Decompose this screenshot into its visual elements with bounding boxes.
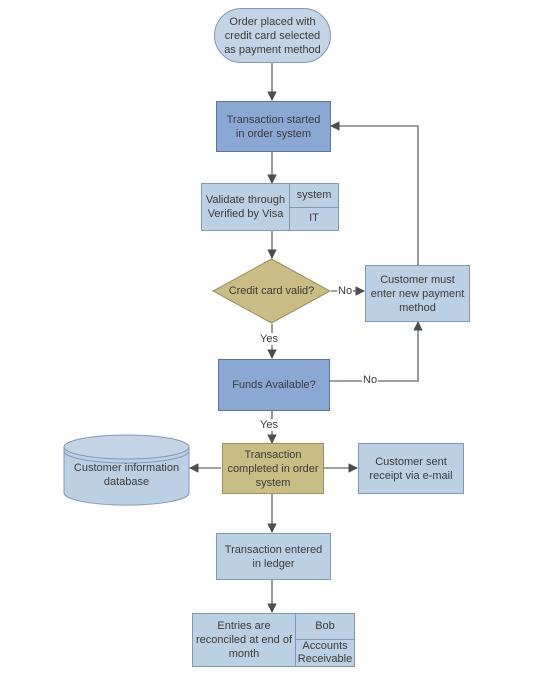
edge-label-credit-valid-yes: Yes: [259, 333, 279, 345]
node-entries-reconciled[interactable]: Entries are reconciled at end of month B…: [192, 613, 355, 667]
edge-funds-no-to-newpayment: [330, 321, 423, 382]
node-customer-sent-receipt-label: Customer sent receipt via e-mail: [369, 455, 453, 482]
node-customer-information-database[interactable]: Customer information database: [63, 434, 190, 506]
node-transaction-started[interactable]: Transaction started in order system: [216, 101, 331, 152]
node-validate-side-system: system: [290, 184, 338, 208]
node-transaction-completed-label: Transaction completed in order system: [227, 448, 319, 489]
node-validate-side-it: IT: [309, 212, 319, 225]
node-funds-available-label: Funds Available?: [232, 379, 316, 391]
edge-label-credit-valid-no: No: [337, 285, 354, 297]
node-transaction-started-label: Transaction started in order system: [226, 113, 321, 140]
node-customer-information-database-label: Customer information database: [73, 462, 180, 488]
node-customer-new-payment-label: Customer must enter new payment method: [370, 273, 465, 314]
node-credit-card-valid-label: Credit card valid?: [228, 285, 315, 297]
edge-label-funds-no: No: [362, 374, 379, 386]
node-transaction-entered-ledger[interactable]: Transaction entered in ledger: [216, 533, 331, 580]
node-transaction-completed[interactable]: Transaction completed in order system: [222, 443, 324, 494]
node-entries-reconciled-side-accounts-receivable: Accounts Receivable: [297, 640, 353, 665]
node-entries-reconciled-side-bob: Bob: [296, 614, 354, 640]
node-funds-available[interactable]: Funds Available?: [218, 359, 330, 411]
node-entries-reconciled-side: Bob Accounts Receivable: [296, 614, 354, 666]
node-customer-new-payment[interactable]: Customer must enter new payment method: [365, 265, 470, 322]
node-order-placed-label: Order placed with credit card selected a…: [224, 15, 321, 56]
flowchart-canvas: Order placed with credit card selected a…: [0, 0, 550, 675]
node-entries-reconciled-main-label: Entries are reconciled at end of month: [193, 614, 296, 666]
node-customer-sent-receipt[interactable]: Customer sent receipt via e-mail: [358, 443, 464, 494]
node-transaction-entered-ledger-label: Transaction entered in ledger: [224, 543, 323, 570]
node-order-placed[interactable]: Order placed with credit card selected a…: [214, 8, 331, 63]
node-credit-card-valid[interactable]: Credit card valid?: [212, 258, 331, 324]
node-validate-verified-by-visa[interactable]: Validate through Verified by Visa system…: [201, 183, 339, 231]
edge-label-funds-yes: Yes: [259, 419, 279, 431]
edge-newpayment-to-transaction: [330, 121, 419, 265]
node-validate-side: system IT: [290, 184, 338, 230]
node-validate-main-label: Validate through Verified by Visa: [202, 184, 290, 230]
